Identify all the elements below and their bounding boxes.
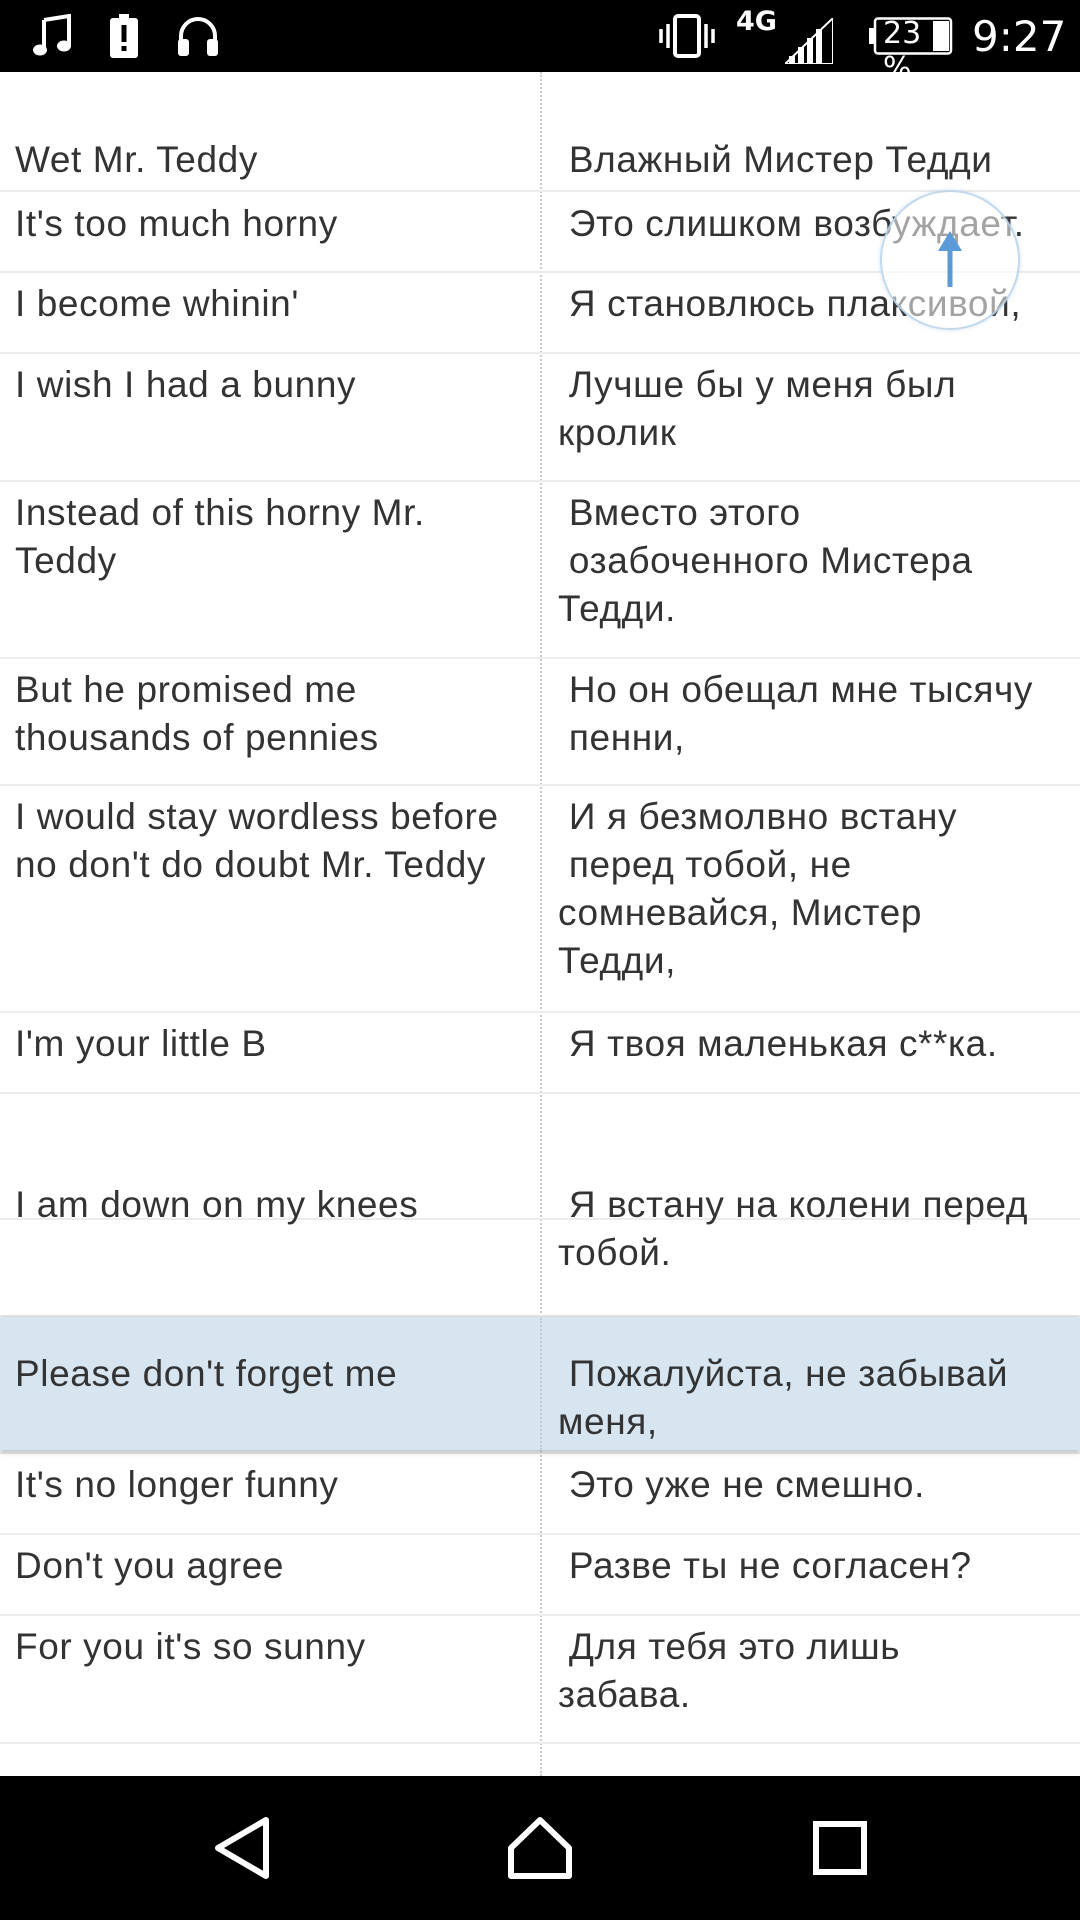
lyric-translation: Я встану на колени перед тобой. — [558, 1184, 1029, 1273]
vibrate-icon — [657, 0, 717, 72]
lyric-original: I would stay wordless before no don't do… — [15, 796, 499, 885]
lyric-translation: Для тебя это лишь забава. — [558, 1626, 901, 1715]
lyric-original: It's too much horny — [15, 203, 338, 244]
arrow-up-icon — [938, 231, 962, 287]
lyric-row[interactable]: I am down on my knees Я встану на колени… — [0, 1093, 1080, 1273]
headphones-icon — [174, 0, 222, 72]
column-divider — [540, 1318, 542, 1450]
lyrics-translation-table[interactable]: Wet Mr. Teddy Влажный Мистер Тедди It's t… — [0, 72, 1080, 1776]
lyric-translation: Пожалуйста, не забывай меня, — [558, 1353, 1009, 1442]
home-button[interactable] — [470, 1776, 610, 1920]
lyric-translation: Но он обещал мне тысячу пенни, — [568, 669, 1033, 758]
lyric-row[interactable]: I wish I had a bunny Лучше бы у меня был… — [0, 353, 1080, 479]
row-separator — [0, 1742, 1080, 1744]
lyric-row[interactable]: I'm your little B Я твоя маленькая с**ка… — [0, 1012, 1080, 1091]
battery-saver-icon — [108, 0, 140, 72]
lyric-original: I'm your little B — [15, 1023, 267, 1064]
lyric-row[interactable]: I would stay wordless before no don't do… — [0, 785, 1080, 1010]
recents-button[interactable] — [770, 1776, 910, 1920]
scroll-to-top-button[interactable] — [880, 190, 1020, 330]
lyric-row[interactable]: Instead of this horny Mr. Teddy Вместо э… — [0, 481, 1080, 656]
lyric-row[interactable]: Don't you agree Разве ты не согласен? — [0, 1534, 1080, 1612]
lyric-translation: Вместо этого озабоченного Мистера Тедди. — [558, 492, 973, 629]
lyric-row-selected[interactable]: Please don't forget me Пожалуйста, не за… — [0, 1318, 1080, 1450]
back-button[interactable] — [172, 1776, 312, 1920]
network-type: 4G — [736, 6, 777, 37]
music-note-icon — [30, 0, 76, 72]
lyric-original: For you it's so sunny — [15, 1626, 366, 1667]
status-bar: 4G 23 % 9:27 — [0, 0, 1080, 86]
lyric-translation: Я твоя маленькая с**ка. — [558, 1023, 998, 1064]
lyric-row[interactable]: Wet Mr. Teddy Влажный Мистер Тедди — [0, 118, 1080, 190]
lyric-original: Don't you agree — [15, 1545, 285, 1586]
lyric-translation: И я безмолвно встану перед тобой, не сом… — [558, 796, 958, 981]
lyric-row[interactable]: For you it's so sunny Для тебя это лишь … — [0, 1615, 1080, 1741]
lyric-original: Wet Mr. Teddy — [15, 139, 258, 180]
home-icon — [508, 1817, 572, 1879]
row-separator — [0, 1315, 1080, 1317]
lyric-translation: Разве ты не согласен? — [558, 1545, 972, 1586]
signal-icon — [784, 0, 834, 72]
recents-icon — [813, 1821, 867, 1875]
lyric-translation: Это уже не смешно. — [558, 1464, 925, 1505]
lyric-original: I wish I had a bunny — [15, 364, 357, 405]
lyric-original: Please don't forget me — [15, 1353, 398, 1394]
back-icon — [215, 1817, 269, 1879]
lyric-original: I am down on my knees — [15, 1184, 419, 1225]
lyric-row[interactable]: It's no longer funny Это уже не смешно. — [0, 1453, 1080, 1531]
lyric-translation: Влажный Мистер Тедди — [558, 139, 993, 180]
lyric-original: Instead of this horny Mr. Teddy — [15, 492, 425, 581]
lyric-translation: Лучше бы у меня был кролик — [558, 364, 957, 453]
lyric-row[interactable]: But he promised me thousands of pennies … — [0, 658, 1080, 783]
battery-icon: 23 % — [869, 0, 953, 86]
lyric-original: I become whinin' — [15, 283, 300, 324]
clock: 9:27 — [972, 12, 1067, 61]
navigation-bar — [0, 1776, 1080, 1920]
lyric-original: But he promised me thousands of pennies — [15, 669, 379, 758]
lyric-original: It's no longer funny — [15, 1464, 339, 1505]
